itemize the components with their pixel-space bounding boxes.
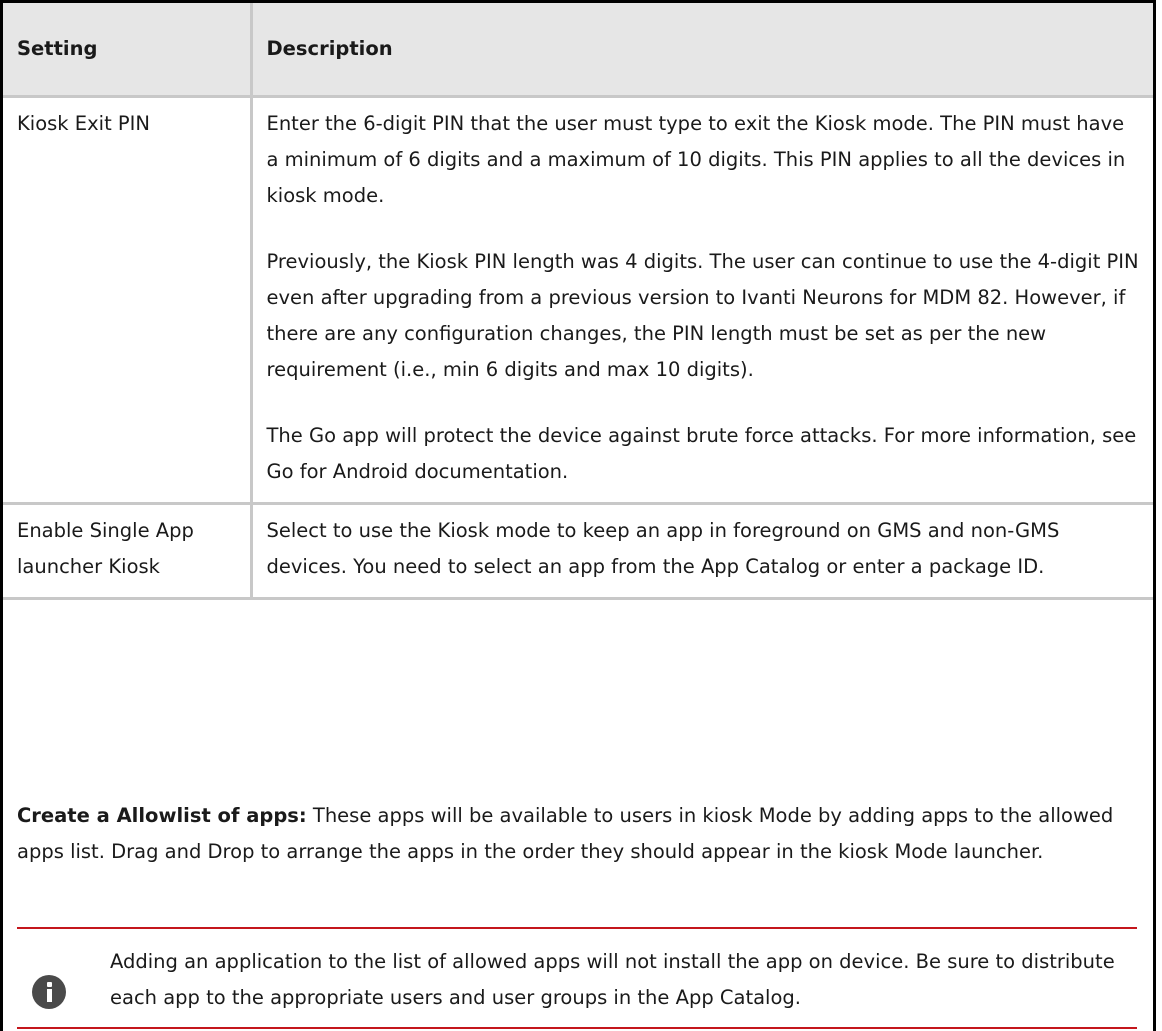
setting-cell: Enable Single App launcher Kiosk <box>3 501 253 600</box>
setting-cell: Kiosk Exit PIN <box>3 94 253 505</box>
info-icon-dot <box>47 982 52 987</box>
table-header-row: Setting Description <box>3 3 1153 98</box>
description-paragraph: Enter the 6-digit PIN that the user must… <box>266 111 1126 207</box>
setting-column-header: Setting <box>3 3 253 98</box>
settings-table: Setting Description Kiosk Exit PIN Enter… <box>3 3 1153 600</box>
description-paragraph: Previously, the Kiosk PIN length was 4 d… <box>266 249 1139 381</box>
description-paragraph: The Go app will protect the device again… <box>266 423 1137 483</box>
description-cell: Enter the 6-digit PIN that the user must… <box>249 94 1153 505</box>
allowlist-paragraph: Create a Allowlist of apps: These apps w… <box>17 798 1137 870</box>
description-column-header: Description <box>249 3 1153 98</box>
allowlist-heading: Create a Allowlist of apps: <box>17 804 307 827</box>
note-text: Adding an application to the list of all… <box>110 950 1115 1009</box>
info-icon <box>32 975 66 1009</box>
note-top-divider <box>17 927 1137 929</box>
table-row: Enable Single App launcher Kiosk Select … <box>3 501 1153 600</box>
description-paragraph: Select to use the Kiosk mode to keep an … <box>266 518 1060 578</box>
note-bottom-divider <box>17 1027 1137 1029</box>
table-row: Kiosk Exit PIN Enter the 6-digit PIN tha… <box>3 94 1153 505</box>
description-cell: Select to use the Kiosk mode to keep an … <box>249 501 1153 600</box>
info-icon-stem <box>47 989 52 1002</box>
